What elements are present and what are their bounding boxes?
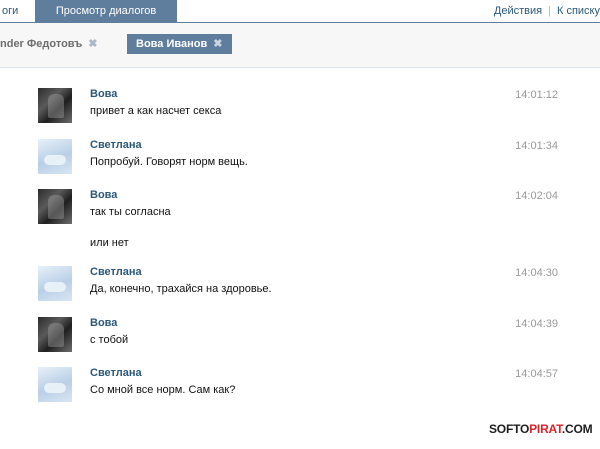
avatar[interactable] xyxy=(38,367,72,402)
message-author[interactable]: Вова xyxy=(90,317,117,329)
actions-link[interactable]: Действия xyxy=(494,5,542,17)
dialog-tab-label: Вова Иванов xyxy=(136,38,208,50)
dialog-tab-fedotov[interactable]: nder Федотовъ ✖ xyxy=(0,34,98,54)
message-text: с тобой xyxy=(90,334,129,346)
avatar[interactable] xyxy=(38,139,72,174)
message: Светлана Попробуй. Говорят норм вещь. 14… xyxy=(38,138,558,178)
watermark-part: SOFTO xyxy=(489,422,530,436)
close-icon[interactable]: ✖ xyxy=(213,38,222,50)
dialog-tab-vova-ivanov[interactable]: Вова Иванов ✖ xyxy=(127,34,233,54)
message-time: 14:01:34 xyxy=(515,140,558,152)
message-text: Попробуй. Говорят норм вещь. xyxy=(90,156,248,168)
avatar[interactable] xyxy=(38,88,72,123)
message: Светлана Со мной все норм. Сам как? 14:0… xyxy=(38,366,558,406)
dialog-tab-label: nder Федотовъ xyxy=(0,38,83,50)
message-text: так ты согласна xyxy=(90,206,171,218)
tab-view-dialogs[interactable]: Просмотр диалогов xyxy=(35,0,177,23)
watermark-part: PIRAT xyxy=(529,422,562,436)
avatar[interactable] xyxy=(38,266,72,301)
avatar[interactable] xyxy=(38,189,72,224)
actions-menu: Действия | К списку xyxy=(494,0,600,22)
top-navigation: оги Просмотр диалогов Действия | К списку xyxy=(0,0,600,23)
message: Вова привет а как насчет секса 14:01:12 xyxy=(38,87,558,127)
close-icon[interactable]: ✖ xyxy=(88,38,97,50)
message-text: привет а как насчет секса xyxy=(90,105,222,117)
back-to-list-link[interactable]: К списку xyxy=(557,5,600,17)
message-time: 14:01:12 xyxy=(515,89,558,101)
message-time: 14:04:30 xyxy=(515,267,558,279)
message-text: Со мной все норм. Сам как? xyxy=(90,384,236,396)
message-time: 14:02:04 xyxy=(515,190,558,202)
message-author[interactable]: Светлана xyxy=(90,139,142,151)
message-text: Да, конечно, трахайся на здоровье. xyxy=(90,283,272,295)
message-author[interactable]: Светлана xyxy=(90,367,142,379)
watermark: SOFTOPIRAT.COM xyxy=(489,422,593,436)
message: Светлана Да, конечно, трахайся на здоров… xyxy=(38,265,558,305)
actions-separator: | xyxy=(548,5,551,17)
watermark-part: .COM xyxy=(561,422,593,436)
message-followup-text: или нет xyxy=(90,237,129,249)
message-time: 14:04:39 xyxy=(515,318,558,330)
tab-dialogs[interactable]: оги xyxy=(0,0,35,22)
message: Вова с тобой 14:04:39 xyxy=(38,316,558,356)
message-author[interactable]: Светлана xyxy=(90,266,142,278)
avatar[interactable] xyxy=(38,317,72,352)
message-author[interactable]: Вова xyxy=(90,88,117,100)
message-author[interactable]: Вова xyxy=(90,189,117,201)
message-time: 14:04:57 xyxy=(515,368,558,380)
message: Вова так ты согласна 14:02:04 xyxy=(38,188,558,228)
open-dialogs-bar: nder Федотовъ ✖ Вова Иванов ✖ xyxy=(0,23,600,68)
